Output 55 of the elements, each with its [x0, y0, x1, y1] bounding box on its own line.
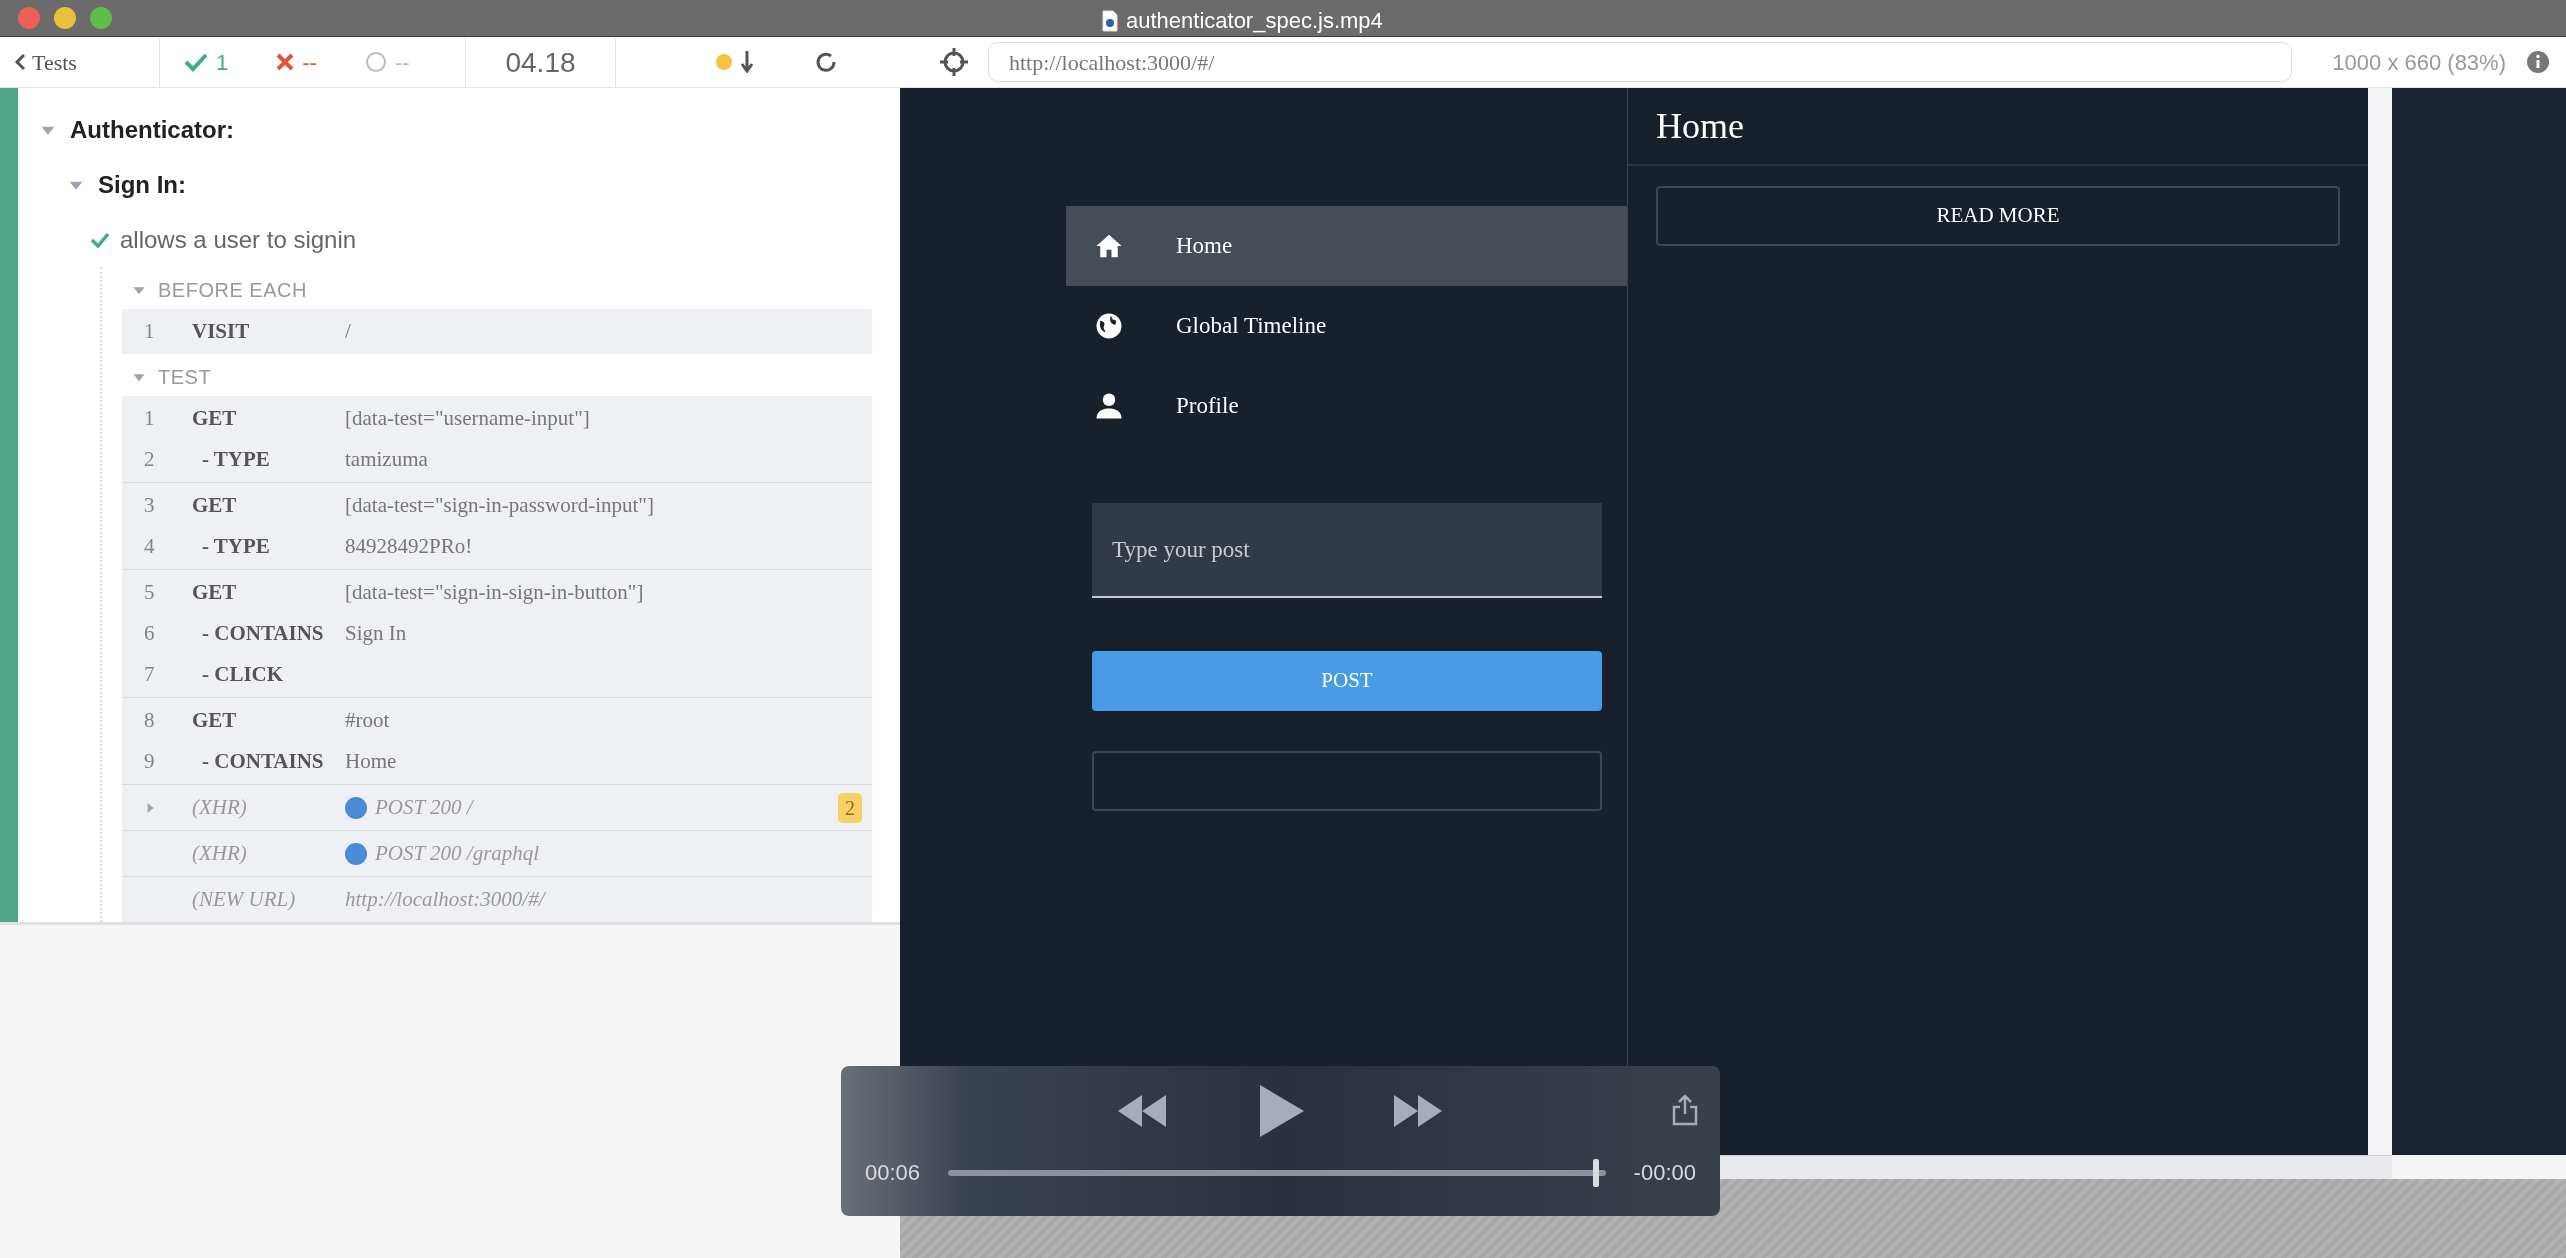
- command-message: [data-test="sign-in-password-input"]: [345, 491, 654, 519]
- command-name: (XHR): [192, 839, 248, 867]
- line-number: 1: [144, 317, 155, 345]
- command-message: POST 200 /graphql: [375, 839, 540, 867]
- page-heading: Home: [1656, 105, 1744, 148]
- read-more-button[interactable]: READ MORE: [1656, 186, 2340, 246]
- command-message: http://localhost:3000/#/: [345, 885, 545, 913]
- command-message: [data-test="sign-in-sign-in-button"]: [345, 578, 644, 606]
- line-number: 5: [144, 578, 155, 606]
- command-message: Sign In: [345, 619, 407, 647]
- command-name: VISIT: [192, 317, 251, 345]
- command-name: GET: [192, 706, 238, 734]
- pending-count: --: [340, 37, 434, 87]
- command-name: GET: [192, 491, 238, 519]
- line-number: 6: [144, 619, 155, 647]
- command-message: POST 200 /: [375, 793, 473, 821]
- command-name: - CONTAINS: [201, 619, 325, 647]
- command-message: 84928492PRo!: [345, 532, 473, 560]
- post-field[interactable]: Type your post: [1092, 503, 1602, 598]
- command-name: - CLICK: [201, 660, 285, 688]
- line-number: 1: [144, 404, 155, 432]
- command-name: - TYPE: [201, 445, 271, 473]
- elapsed-time: 00:06: [865, 1159, 921, 1187]
- passed-count: 1: [160, 37, 253, 87]
- command-name: - CONTAINS: [201, 747, 325, 775]
- failed-count: --: [252, 37, 341, 87]
- line-number: 2: [144, 445, 155, 473]
- suite-title[interactable]: Authenticator:: [70, 111, 234, 148]
- command-name: GET: [192, 404, 238, 432]
- command-name: - TYPE: [201, 532, 271, 560]
- command-name: (XHR): [192, 793, 248, 821]
- nav-item[interactable]: Profile: [1066, 366, 1627, 446]
- line-number: 9: [144, 747, 155, 775]
- duration-text: 04.18: [466, 37, 616, 87]
- command-message: tamizuma: [345, 445, 428, 473]
- spec-name-link[interactable]: allows a user to signin: [120, 221, 357, 258]
- window-title: authenticator_spec.js.mp4: [1126, 7, 1383, 35]
- suite-title[interactable]: Sign In:: [98, 166, 186, 203]
- nav-item[interactable]: Home: [1066, 206, 1627, 286]
- line-number: 4: [144, 532, 155, 560]
- nav-item[interactable]: Global Timeline: [1066, 286, 1627, 366]
- back-button[interactable]: Tests: [0, 37, 160, 87]
- count-badge: 2: [838, 792, 862, 823]
- command-message: #root: [345, 706, 390, 734]
- url-field[interactable]: http://localhost:3000/#/: [988, 42, 2293, 82]
- command-message: Home: [345, 747, 397, 775]
- line-number: 3: [144, 491, 155, 519]
- command-name: (NEW URL): [192, 885, 297, 913]
- viewport-size-text: 1000 x 660 (83%): [2332, 48, 2506, 77]
- remaining-time: -00:00: [1633, 1159, 1696, 1187]
- command-name: GET: [192, 578, 238, 606]
- command-message: /: [345, 317, 351, 345]
- line-number: 7: [144, 660, 155, 688]
- line-number: 8: [144, 706, 155, 734]
- command-message: [data-test="username-input"]: [345, 404, 590, 432]
